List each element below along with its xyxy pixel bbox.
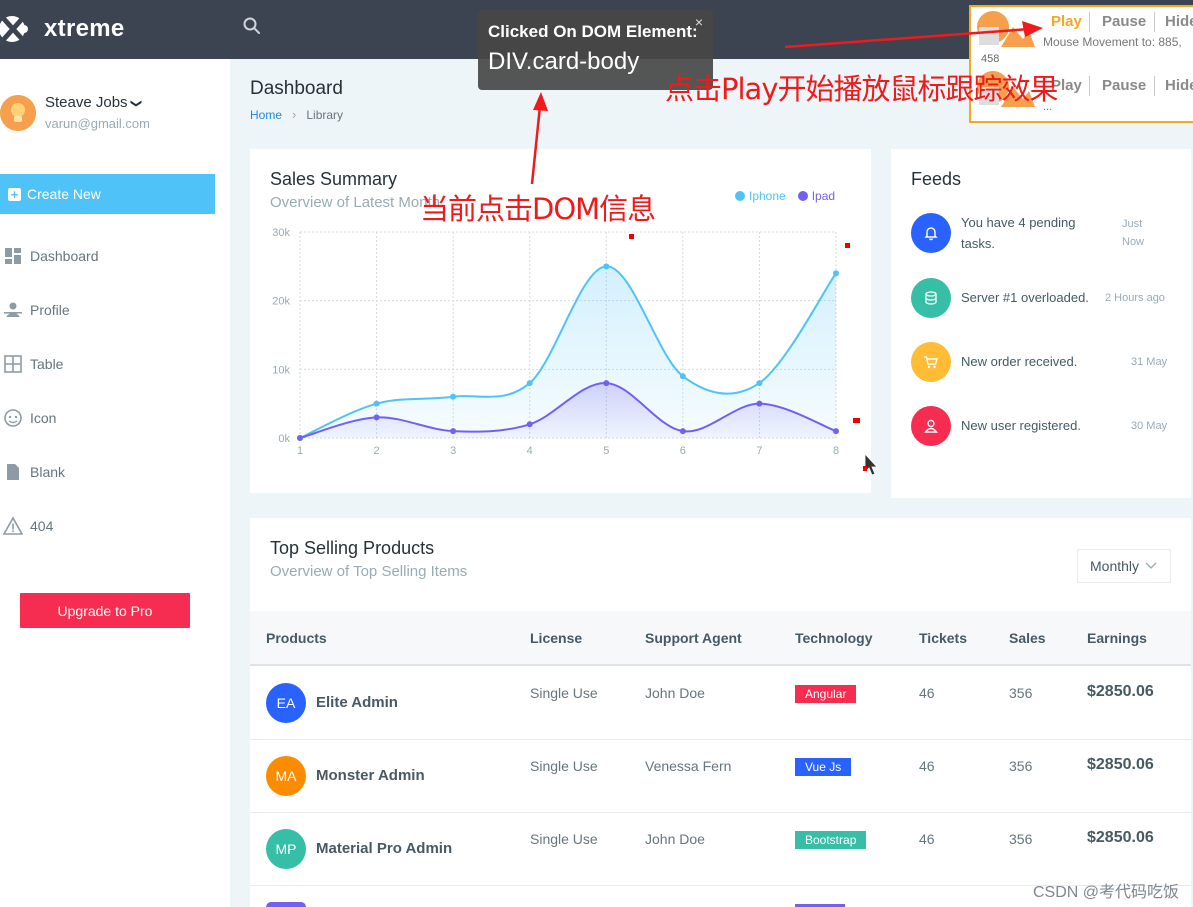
watermark: CSDN @考代码吃饭 (1032, 884, 1179, 901)
annotation-play-note: 点击Play开始播放鼠标跟踪效果 (665, 72, 1058, 106)
annotation-dom-note: 当前点击DOM信息 (420, 192, 656, 226)
annotation-arrows (530, 21, 1043, 476)
